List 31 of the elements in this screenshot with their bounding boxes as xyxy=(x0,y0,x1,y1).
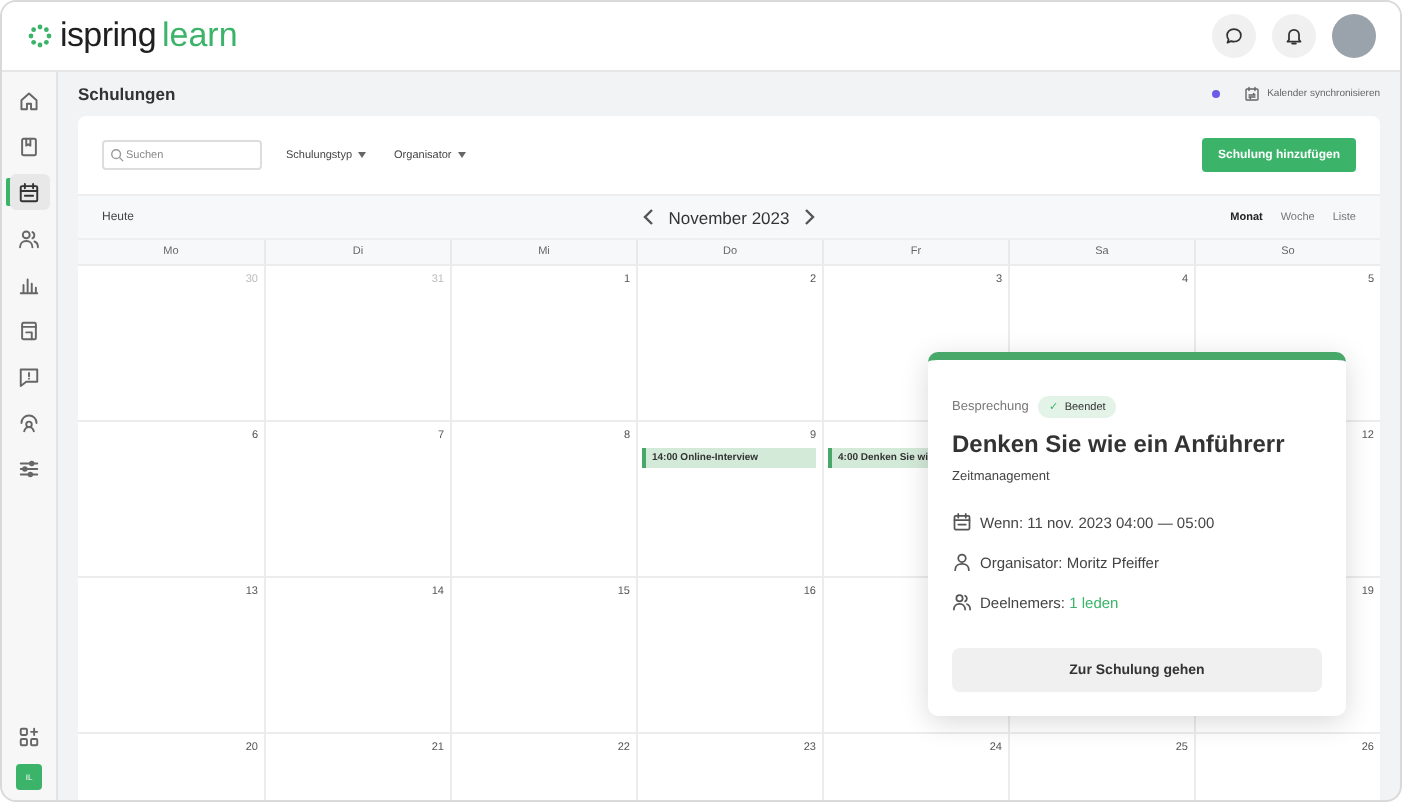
apps-add-icon xyxy=(18,725,40,747)
next-month-button[interactable] xyxy=(801,208,816,226)
previous-month-button[interactable] xyxy=(642,208,657,226)
logo-product-text: learn xyxy=(161,16,238,56)
book-icon xyxy=(18,135,40,157)
page-icon xyxy=(18,319,40,341)
home-icon xyxy=(18,89,40,111)
calendar-icon xyxy=(952,512,972,532)
chat-button[interactable] xyxy=(1212,14,1256,58)
month-title: November 2023 xyxy=(668,207,790,227)
sliders-icon xyxy=(18,457,40,479)
logo-text: ispring xyxy=(60,16,156,56)
message-icon xyxy=(18,365,40,387)
users-icon xyxy=(18,227,40,249)
person-icon xyxy=(952,552,972,572)
caret-icon xyxy=(457,152,466,158)
calendar-icon xyxy=(18,181,40,203)
support-icon xyxy=(18,411,40,433)
caret-icon xyxy=(358,152,367,158)
chat-icon xyxy=(1224,26,1244,46)
calendar-sync-icon xyxy=(1243,86,1260,102)
sidebar-item[interactable] xyxy=(9,174,49,210)
notifications-button[interactable] xyxy=(1272,14,1316,58)
status-dot xyxy=(1211,90,1220,98)
users-icon xyxy=(952,592,972,612)
user-avatar[interactable] xyxy=(1332,14,1376,58)
bar-chart-icon xyxy=(18,273,40,295)
bell-icon xyxy=(1284,26,1304,46)
search-icon xyxy=(110,148,124,162)
page-title: Schulungen xyxy=(78,84,176,104)
logo-icon xyxy=(26,22,54,50)
